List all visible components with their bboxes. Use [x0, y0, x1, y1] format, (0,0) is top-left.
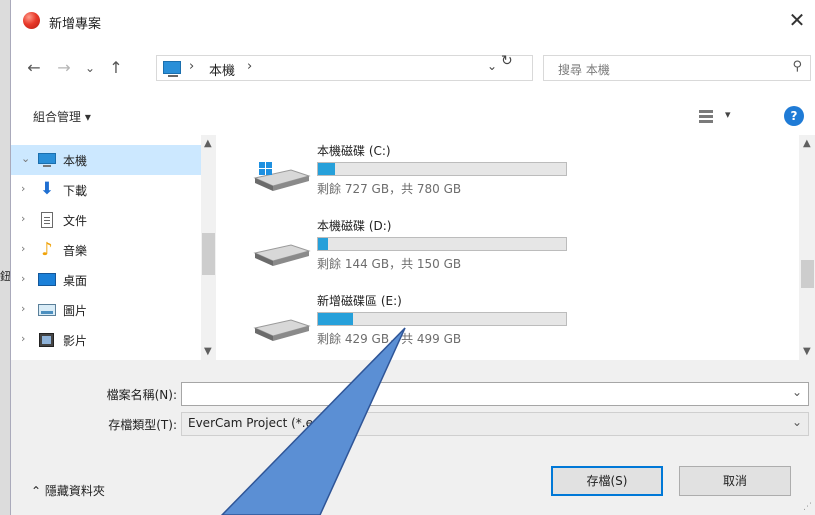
filename-input[interactable]: ⌄ — [181, 382, 809, 406]
forward-arrow-icon[interactable]: → — [55, 58, 73, 78]
drive-free-space: 剩餘 429 GB，共 499 GB — [317, 332, 462, 346]
file-type-value: EverCam Project (*.ecp) — [188, 416, 332, 430]
refresh-icon[interactable]: ↻ — [501, 53, 513, 69]
save-button[interactable]: 存檔(S) — [551, 466, 663, 496]
save-dialog: 新增專案 ✕ ← → ⌄ ↑ › 本機 › ⌄ ↻ 搜尋 本機 ⚲ 組合管理 ▾… — [10, 0, 815, 515]
up-arrow-icon[interactable]: ↑ — [107, 58, 125, 78]
breadcrumb-separator: › — [189, 59, 195, 74]
toolbar: 組合管理 ▾ ▾ ? — [11, 102, 815, 130]
breadcrumb-this-pc[interactable]: 本機 — [209, 60, 235, 79]
resize-grip-icon[interactable]: ⋰ — [803, 502, 812, 512]
tree-item-label: 下載 — [63, 184, 88, 198]
drive-usage-bar — [317, 312, 567, 326]
expand-chevron-icon[interactable]: › — [21, 272, 25, 285]
hide-folders-toggle[interactable]: ⌃ 隱藏資料夾 — [31, 482, 105, 499]
computer-icon — [37, 151, 57, 168]
organize-menu[interactable]: 組合管理 ▾ — [33, 108, 91, 125]
tree-item-documents[interactable]: › 文件 — [11, 205, 201, 235]
app-icon — [23, 12, 40, 29]
drive-usage-fill — [318, 238, 328, 250]
tree-item-videos[interactable]: › 影片 — [11, 325, 201, 355]
search-placeholder: 搜尋 本機 — [558, 63, 610, 77]
search-icon[interactable]: ⚲ — [792, 59, 802, 74]
expand-chevron-icon[interactable]: ⌄ — [21, 152, 30, 165]
cancel-button[interactable]: 取消 — [679, 466, 791, 496]
expand-chevron-icon[interactable]: › — [21, 182, 25, 195]
document-icon — [37, 211, 57, 228]
expand-chevron-icon[interactable]: › — [21, 242, 25, 255]
navigation-bar: ← → ⌄ ↑ › 本機 › ⌄ ↻ 搜尋 本機 ⚲ — [11, 50, 815, 86]
breadcrumb-separator[interactable]: › — [247, 59, 252, 74]
tree-item-music[interactable]: › ♪ 音樂 — [11, 235, 201, 265]
drive-d[interactable]: 本機磁碟 (D:) 剩餘 144 GB，共 150 GB — [251, 217, 801, 292]
drive-c[interactable]: 本機磁碟 (C:) 剩餘 727 GB，共 780 GB — [251, 142, 801, 217]
tree-item-label: 影片 — [63, 334, 88, 348]
drive-e[interactable]: 新增磁碟區 (E:) 剩餘 429 GB，共 499 GB — [251, 292, 801, 367]
navigation-scrollbar-thumb[interactable] — [202, 233, 215, 275]
expand-chevron-icon[interactable]: › — [21, 332, 25, 345]
tree-item-label: 文件 — [63, 214, 88, 228]
filename-label: 檔案名稱(N): — [106, 388, 177, 402]
tree-item-desktop[interactable]: › 桌面 — [11, 265, 201, 295]
tree-item-pictures[interactable]: › 圖片 — [11, 295, 201, 325]
content-scrollbar-thumb[interactable] — [801, 260, 814, 288]
download-icon: ⬇ — [39, 179, 55, 199]
expand-chevron-icon[interactable]: › — [21, 302, 25, 315]
computer-icon — [163, 61, 181, 77]
drive-name: 新增磁碟區 (E:) — [317, 294, 402, 308]
tree-item-label: 圖片 — [63, 304, 88, 318]
search-box[interactable]: 搜尋 本機 ⚲ — [543, 55, 811, 81]
navigation-pane: ⌄ 本機 › ⬇ 下載 › 文件 › ♪ 音樂 › 桌面 › 圖片 › 影片 — [11, 135, 216, 360]
dialog-title: 新增專案 — [49, 17, 102, 32]
hard-drive-icon — [253, 244, 311, 266]
hard-drive-icon — [253, 319, 311, 341]
tree-item-downloads[interactable]: › ⬇ 下載 — [11, 175, 201, 205]
drive-name: 本機磁碟 (C:) — [317, 144, 391, 158]
back-arrow-icon[interactable]: ← — [25, 58, 43, 78]
file-type-select[interactable]: EverCam Project (*.ecp) ⌄ — [181, 412, 809, 436]
expand-chevron-icon[interactable]: › — [21, 212, 25, 225]
address-bar[interactable]: › 本機 › ⌄ — [156, 55, 533, 81]
drive-usage-fill — [318, 313, 353, 325]
scroll-up-icon[interactable]: ▲ — [204, 138, 212, 149]
drive-usage-bar — [317, 162, 567, 176]
drive-free-space: 剩餘 727 GB，共 780 GB — [317, 182, 462, 196]
scroll-down-icon[interactable]: ▼ — [803, 346, 811, 357]
desktop-icon — [37, 271, 57, 288]
close-icon[interactable]: ✕ — [784, 8, 810, 32]
address-dropdown-icon[interactable]: ⌄ — [487, 59, 497, 73]
view-dropdown-icon[interactable]: ▾ — [725, 108, 731, 121]
filename-dropdown-icon[interactable]: ⌄ — [792, 385, 802, 399]
drive-usage-bar — [317, 237, 567, 251]
tree-item-label: 桌面 — [63, 274, 88, 288]
tree-item-label: 音樂 — [63, 244, 88, 258]
background-window — [0, 0, 10, 515]
scroll-up-icon[interactable]: ▲ — [803, 138, 811, 149]
tree-item-this-pc[interactable]: ⌄ 本機 — [11, 145, 201, 175]
music-icon: ♪ — [41, 239, 53, 260]
scroll-down-icon[interactable]: ▼ — [204, 346, 212, 357]
file-type-dropdown-icon[interactable]: ⌄ — [792, 415, 802, 429]
drive-usage-fill — [318, 163, 336, 175]
drive-name: 本機磁碟 (D:) — [317, 219, 392, 233]
view-options-icon[interactable] — [697, 107, 719, 125]
pictures-icon — [37, 301, 57, 318]
recent-locations-icon[interactable]: ⌄ — [81, 58, 99, 78]
title-bar: 新增專案 ✕ — [11, 0, 815, 40]
drive-free-space: 剩餘 144 GB，共 150 GB — [317, 257, 462, 271]
content-scrollbar[interactable] — [799, 135, 815, 360]
tree-item-label: 本機 — [63, 154, 88, 168]
help-icon[interactable]: ? — [784, 106, 804, 126]
video-icon — [37, 331, 57, 348]
file-type-label: 存檔類型(T): — [108, 418, 177, 432]
hard-drive-icon — [253, 162, 311, 191]
